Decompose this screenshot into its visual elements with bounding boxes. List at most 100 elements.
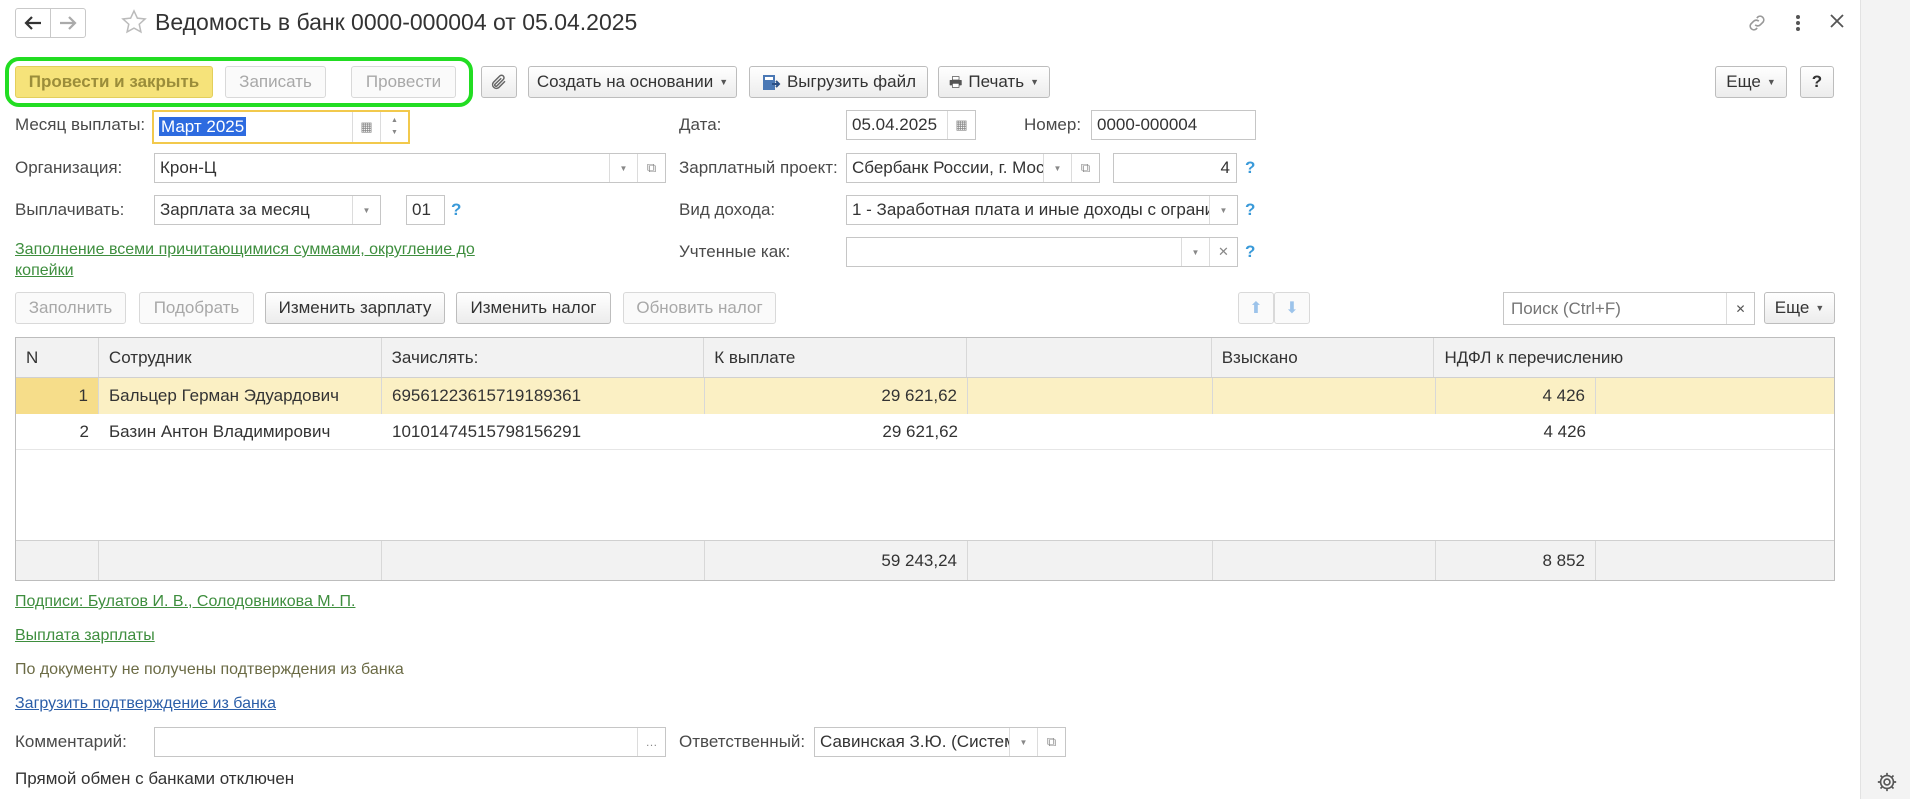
- col-header-employee[interactable]: Сотрудник: [99, 338, 382, 377]
- payment-month-field[interactable]: Март 2025 ▦ ▲ ▼: [152, 110, 410, 144]
- col-header-to-pay[interactable]: К выплате: [704, 338, 967, 377]
- load-confirmation-link[interactable]: Загрузить подтверждение из банка: [15, 695, 276, 713]
- table-row[interactable]: 2 Базин Антон Владимирович 1010147451579…: [16, 414, 1834, 450]
- pay-code-field[interactable]: 01: [406, 195, 445, 225]
- back-arrow-icon: [24, 16, 41, 30]
- back-button[interactable]: [15, 8, 51, 38]
- close-icon[interactable]: [1828, 12, 1846, 35]
- export-file-label: Выгрузить файл: [786, 72, 917, 91]
- total-to-pay: 59 243,24: [705, 541, 968, 580]
- save-button[interactable]: Записать: [225, 66, 326, 98]
- month-stepper[interactable]: ▲ ▼: [380, 112, 408, 142]
- move-down-button[interactable]: ⬇: [1274, 292, 1310, 324]
- col-header-collected[interactable]: Взыскано: [1212, 338, 1435, 377]
- income-type-value: 1 - Заработная плата и иные доходы с огр…: [852, 200, 1209, 219]
- employees-table[interactable]: N Сотрудник Зачислять: К выплате Взыскан…: [15, 337, 1835, 581]
- income-type-field[interactable]: 1 - Заработная плата и иные доходы с огр…: [846, 195, 1238, 225]
- help-icon[interactable]: ?: [1245, 158, 1255, 178]
- salary-project-num-field[interactable]: 4: [1113, 153, 1237, 183]
- help-icon[interactable]: ?: [1245, 200, 1255, 220]
- forward-button[interactable]: [50, 8, 86, 38]
- open-icon[interactable]: ⧉: [637, 154, 665, 182]
- gear-icon[interactable]: [1876, 771, 1898, 798]
- attach-button[interactable]: [481, 66, 517, 98]
- help-button[interactable]: ?: [1800, 66, 1834, 98]
- row-employee: Бальцер Герман Эдуардович: [99, 378, 382, 414]
- pay-code-value: 01: [412, 200, 431, 219]
- organization-field[interactable]: Крон-Ц ▼ ⧉: [154, 153, 666, 183]
- create-based-on-button[interactable]: Создать на основании ▼: [528, 66, 737, 98]
- calendar-icon[interactable]: ▦: [352, 112, 380, 142]
- calendar-icon[interactable]: ▦: [947, 111, 975, 139]
- chevron-down-icon[interactable]: ▼: [1009, 728, 1037, 756]
- change-salary-button[interactable]: Изменить зарплату: [265, 292, 445, 324]
- open-icon[interactable]: ⧉: [1037, 728, 1065, 756]
- help-icon[interactable]: ?: [451, 200, 461, 220]
- more-button[interactable]: Еще ▼: [1715, 66, 1787, 98]
- organization-value: Крон-Ц: [160, 158, 217, 177]
- row-empty: [968, 414, 1213, 449]
- more-vert-icon[interactable]: [1792, 12, 1804, 34]
- row-to-pay: 29 621,62: [882, 421, 958, 441]
- total-employee: [99, 541, 382, 580]
- fill-link[interactable]: Заполнение всеми причитающимися суммами,…: [15, 239, 510, 281]
- clear-icon[interactable]: ✕: [1209, 238, 1237, 266]
- pick-button[interactable]: Подобрать: [139, 292, 254, 324]
- table-footer: 59 243,24 8 852: [16, 540, 1834, 580]
- pay-label: Выплачивать:: [15, 200, 125, 219]
- col-header-ndfl[interactable]: НДФЛ к перечислению: [1434, 338, 1834, 377]
- search-input[interactable]: [1509, 297, 1726, 320]
- ellipsis-icon[interactable]: …: [637, 728, 665, 756]
- search-field[interactable]: ✕: [1503, 292, 1755, 325]
- printer-icon: [949, 76, 962, 88]
- table-more-button[interactable]: Еще ▼: [1764, 292, 1835, 324]
- total-ndfl: 8 852: [1436, 541, 1596, 580]
- move-up-button[interactable]: ⬆: [1238, 292, 1274, 324]
- chevron-down-icon[interactable]: ▼: [1181, 238, 1209, 266]
- chevron-down-icon: ▼: [719, 77, 729, 87]
- update-tax-button[interactable]: Обновить налог: [623, 292, 776, 324]
- row-to-pay: 29 621,62: [705, 378, 968, 414]
- page-title: Ведомость в банк 0000-000004 от 05.04.20…: [155, 9, 638, 35]
- create-based-on-label: Создать на основании: [536, 72, 714, 91]
- pay-value: Зарплата за месяц: [160, 200, 310, 219]
- chevron-down-icon[interactable]: ▼: [352, 196, 380, 224]
- date-field[interactable]: 05.04.2025 ▦: [846, 110, 976, 140]
- col-header-account[interactable]: Зачислять:: [382, 338, 705, 377]
- signatures-link[interactable]: Подписи: Булатов И. В., Солодовникова М.…: [15, 593, 355, 611]
- col-header-empty: [967, 338, 1212, 377]
- comment-label: Комментарий:: [15, 732, 127, 751]
- number-field[interactable]: 0000-000004: [1091, 110, 1256, 140]
- table-header: N Сотрудник Зачислять: К выплате Взыскан…: [16, 338, 1834, 378]
- salary-payment-link[interactable]: Выплата зарплаты: [15, 627, 155, 645]
- table-row[interactable]: 1 Бальцер Герман Эдуардович 695612236157…: [16, 378, 1834, 414]
- change-tax-button[interactable]: Изменить налог: [456, 292, 611, 324]
- total-empty: [968, 541, 1213, 580]
- col-header-n[interactable]: N: [16, 338, 99, 377]
- responsible-field[interactable]: Савинская З.Ю. (Систем ▼ ⧉: [814, 727, 1066, 757]
- star-icon[interactable]: [120, 8, 148, 41]
- post-button[interactable]: Провести: [351, 66, 456, 98]
- open-icon[interactable]: ⧉: [1071, 154, 1099, 182]
- accounted-as-field[interactable]: ▼ ✕: [846, 237, 1238, 267]
- help-icon[interactable]: ?: [1245, 242, 1255, 262]
- salary-project-num-value: 4: [1220, 158, 1230, 177]
- number-value: 0000-000004: [1097, 115, 1198, 134]
- export-file-button[interactable]: Выгрузить файл: [749, 66, 928, 98]
- comment-field[interactable]: …: [154, 727, 666, 757]
- print-button[interactable]: Печать ▼: [938, 66, 1050, 98]
- date-label: Дата:: [679, 115, 722, 134]
- salary-project-field[interactable]: Сбербанк России, г. Моск ▼ ⧉: [846, 153, 1100, 183]
- pay-field[interactable]: Зарплата за месяц ▼: [154, 195, 381, 225]
- link-icon[interactable]: [1746, 12, 1768, 39]
- row-account: 10101474515798156291: [392, 421, 582, 441]
- chevron-down-icon[interactable]: ▼: [1043, 154, 1071, 182]
- total-collected: [1213, 541, 1436, 580]
- direct-exchange-text: Прямой обмен с банками отключен: [15, 769, 295, 788]
- arrow-up-icon: ⬆: [1249, 300, 1263, 317]
- chevron-down-icon[interactable]: ▼: [1209, 196, 1237, 224]
- chevron-down-icon[interactable]: ▼: [609, 154, 637, 182]
- post-and-close-button[interactable]: Провести и закрыть: [15, 66, 213, 98]
- clear-search-icon[interactable]: ✕: [1726, 293, 1754, 324]
- fill-button[interactable]: Заполнить: [15, 292, 126, 324]
